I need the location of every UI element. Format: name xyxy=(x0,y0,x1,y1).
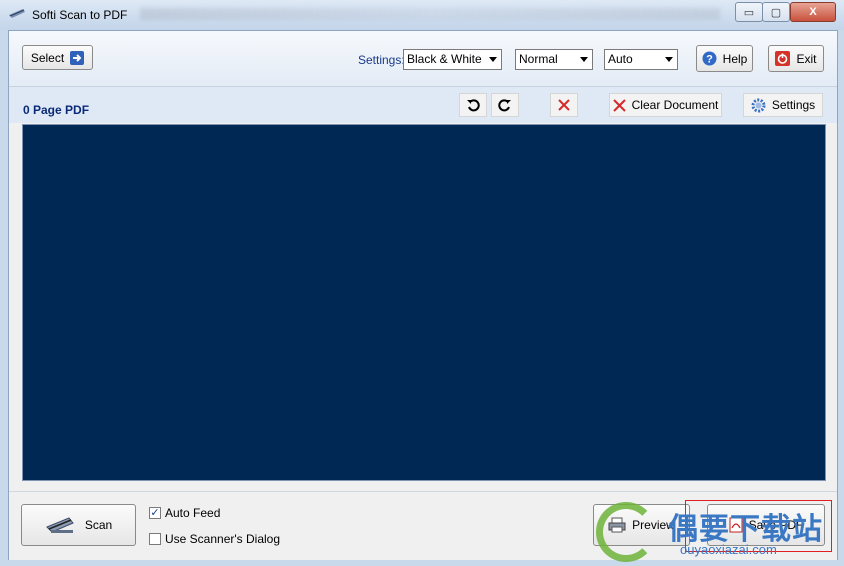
color-mode-value: Black & White xyxy=(407,52,482,66)
color-mode-dropdown[interactable]: Black & White xyxy=(403,49,502,70)
scanner-icon xyxy=(45,517,74,533)
close-icon: X xyxy=(809,6,817,18)
rotate-right-button[interactable] xyxy=(491,93,519,117)
power-icon xyxy=(775,51,791,66)
settings-label: Settings: xyxy=(358,53,405,67)
top-toolbar: Select Settings: Black & White Normal Au… xyxy=(9,31,837,87)
rotate-right-icon xyxy=(498,99,511,112)
blurred-background xyxy=(140,8,720,20)
clear-document-label: Clear Document xyxy=(631,98,719,112)
document-header: 0 Page PDF Clear Document Settings xyxy=(9,87,837,123)
page-size-value: Auto xyxy=(608,52,633,66)
exit-button[interactable]: Exit xyxy=(768,45,824,72)
watermark-url: ouyaoxiazai.com xyxy=(680,542,777,557)
chevron-down-icon xyxy=(489,57,497,62)
help-label: Help xyxy=(722,51,748,66)
help-icon: ? xyxy=(702,51,717,66)
rotate-left-button[interactable] xyxy=(459,93,487,117)
clear-x-icon xyxy=(612,98,626,112)
page-size-dropdown[interactable]: Auto xyxy=(604,49,678,70)
maximize-button[interactable]: ▢ xyxy=(762,2,790,22)
scanner-dialog-checkbox[interactable]: Use Scanner's Dialog xyxy=(149,532,280,546)
delete-page-button[interactable] xyxy=(550,93,578,117)
minimize-button[interactable]: ▭ xyxy=(735,2,763,22)
select-button[interactable]: Select xyxy=(22,45,93,70)
svg-text:?: ? xyxy=(706,54,713,66)
quality-dropdown[interactable]: Normal xyxy=(515,49,593,70)
rotate-left-icon xyxy=(467,99,480,112)
title-bar: Softi Scan to PDF ▭ ▢ X xyxy=(0,0,844,30)
checkbox-unchecked-icon xyxy=(149,533,161,545)
main-window: Select Settings: Black & White Normal Au… xyxy=(8,30,838,560)
auto-feed-checkbox[interactable]: ✓ Auto Feed xyxy=(149,506,220,520)
arrow-right-icon xyxy=(70,50,85,65)
scan-label: Scan xyxy=(84,518,113,532)
clear-document-button[interactable]: Clear Document xyxy=(609,93,722,117)
scanner-app-icon xyxy=(9,9,25,18)
settings-button[interactable]: Settings xyxy=(743,93,823,117)
document-viewer[interactable] xyxy=(22,124,826,481)
chevron-down-icon xyxy=(580,57,588,62)
gear-icon xyxy=(751,98,766,112)
chevron-down-icon xyxy=(665,57,673,62)
scanner-dialog-label: Use Scanner's Dialog xyxy=(165,532,281,546)
window-title: Softi Scan to PDF xyxy=(32,8,128,22)
scan-button[interactable]: Scan xyxy=(21,504,136,546)
watermark-logo-icon xyxy=(596,502,656,562)
page-count-title: 0 Page PDF xyxy=(23,103,90,117)
select-label: Select xyxy=(30,50,65,65)
delete-x-icon xyxy=(558,99,570,111)
quality-value: Normal xyxy=(519,52,558,66)
maximize-icon: ▢ xyxy=(770,6,782,19)
auto-feed-label: Auto Feed xyxy=(165,506,221,520)
settings-button-label: Settings xyxy=(771,98,816,112)
watermark: 偶要下载站 ouyaoxiazai.com xyxy=(596,492,836,562)
minimize-icon: ▭ xyxy=(743,6,755,19)
help-button[interactable]: ? Help xyxy=(696,45,753,72)
checkbox-checked-icon: ✓ xyxy=(149,507,161,519)
close-button[interactable]: X xyxy=(790,2,836,22)
exit-label: Exit xyxy=(796,51,817,66)
